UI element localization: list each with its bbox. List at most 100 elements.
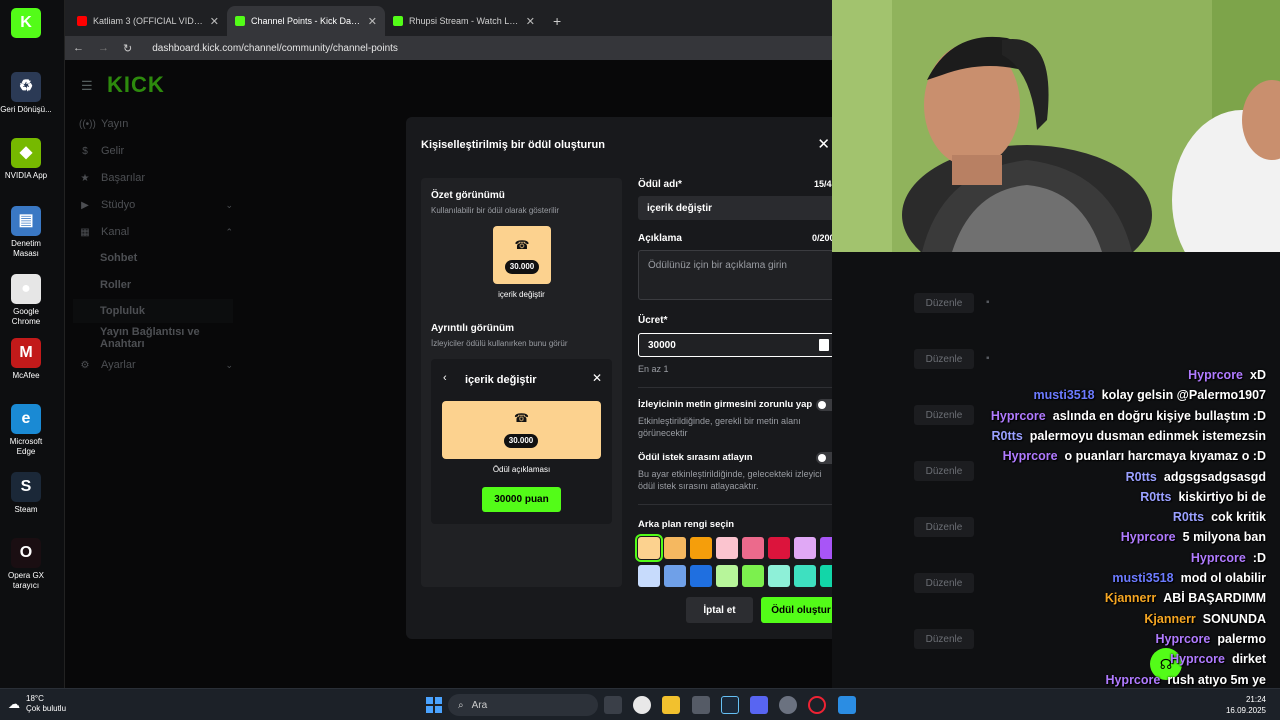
chrome-icon[interactable] bbox=[633, 696, 651, 714]
require-text-label: İzleyicinin metin girmesini zorunlu yap bbox=[638, 399, 813, 410]
chat-username[interactable]: R0tts bbox=[1140, 490, 1171, 504]
chat-username[interactable]: Hyprcore bbox=[1121, 530, 1176, 544]
cancel-button[interactable]: İptal et bbox=[686, 597, 753, 623]
detail-reward-name: içerik değiştir bbox=[465, 374, 537, 386]
edit-button[interactable]: Düzenle bbox=[914, 349, 974, 369]
desktop-shortcut[interactable]: ◆ NVIDIA App bbox=[0, 138, 52, 181]
color-swatch[interactable] bbox=[635, 534, 663, 562]
detail-title: Ayrıntılı görünüm bbox=[431, 323, 514, 334]
app-icon: ◆ bbox=[11, 138, 41, 168]
desktop-shortcut[interactable]: ● Google Chrome bbox=[0, 274, 52, 327]
close-icon[interactable]: ✕ bbox=[592, 371, 602, 385]
color-swatch[interactable] bbox=[768, 565, 790, 587]
tab-rhupsi[interactable]: Rhupsi Stream - Watch Live on Kick ✕ bbox=[385, 6, 543, 36]
description-textarea[interactable]: Ödülünüz için bir açıklama girin bbox=[638, 250, 839, 300]
chevron-left-icon[interactable]: ‹ bbox=[443, 372, 447, 384]
divider bbox=[638, 387, 839, 388]
color-swatch[interactable] bbox=[742, 565, 764, 587]
summary-subtitle: Kullanılabilir bir ödül olarak gösterili… bbox=[431, 206, 560, 215]
shortcut-label: Geri Dönüşü... bbox=[0, 105, 52, 114]
tab-channel-points[interactable]: Channel Points - Kick Dashboard ✕ bbox=[227, 6, 385, 36]
reload-icon[interactable]: ↻ bbox=[123, 42, 132, 55]
close-icon[interactable]: ✕ bbox=[817, 135, 830, 153]
color-swatch[interactable] bbox=[638, 565, 660, 587]
shortcut-label: Opera GX tarayıcı bbox=[7, 571, 44, 590]
trash-icon[interactable]: ▪ bbox=[986, 353, 990, 364]
chat-username[interactable]: Hyprcore bbox=[1155, 632, 1210, 646]
color-swatch[interactable] bbox=[690, 565, 712, 587]
chat-username[interactable]: Hyprcore bbox=[1188, 368, 1243, 382]
chat-username[interactable]: Hyprcore bbox=[991, 409, 1046, 423]
close-icon[interactable]: ✕ bbox=[368, 15, 377, 28]
kick-icon bbox=[393, 16, 403, 26]
chat-username[interactable]: musti3518 bbox=[1033, 388, 1094, 402]
color-swatch[interactable] bbox=[742, 537, 764, 559]
chat-username[interactable]: Hyprcore bbox=[1191, 551, 1246, 565]
desktop-shortcut[interactable]: ♻ Geri Dönüşü... bbox=[0, 72, 52, 115]
app-icon[interactable] bbox=[692, 696, 710, 714]
color-swatch[interactable] bbox=[716, 537, 738, 559]
trash-icon[interactable]: ▪ bbox=[986, 297, 990, 308]
chat-text: dirket bbox=[1231, 652, 1266, 667]
create-reward-button[interactable]: Ödül oluştur bbox=[761, 597, 841, 623]
windows-start-icon[interactable] bbox=[426, 697, 442, 713]
cost-input[interactable]: 30000 bbox=[638, 333, 839, 357]
shortcut-label: Microsoft Edge bbox=[9, 437, 43, 456]
webcam-overlay bbox=[832, 0, 1280, 252]
description-label: Açıklama bbox=[638, 233, 682, 244]
stepper-icon[interactable] bbox=[819, 339, 829, 351]
chat-username[interactable]: Kjannerr bbox=[1105, 591, 1156, 605]
url-field[interactable]: dashboard.kick.com/channel/community/cha… bbox=[152, 43, 398, 54]
chat-username[interactable]: R0tts bbox=[1126, 470, 1157, 484]
phone-icon: ☎ bbox=[514, 238, 530, 252]
preview-panel: Özet görünümü Kullanılabilir bir ödül ol… bbox=[421, 178, 622, 587]
color-swatch[interactable] bbox=[768, 537, 790, 559]
desktop-shortcut[interactable]: M McAfee bbox=[0, 338, 52, 381]
cost-value: 30000 bbox=[648, 339, 676, 351]
chat-username[interactable]: Hyprcore bbox=[1170, 652, 1225, 666]
settings-icon[interactable] bbox=[779, 696, 797, 714]
chat-username[interactable]: Hyprcore bbox=[1003, 449, 1058, 463]
back-icon[interactable]: ← bbox=[73, 42, 84, 54]
app-icon[interactable] bbox=[838, 696, 856, 714]
color-swatch[interactable] bbox=[716, 565, 738, 587]
color-swatch[interactable] bbox=[664, 537, 686, 559]
new-tab-button[interactable]: + bbox=[543, 6, 571, 36]
bg-color-label: Arka plan rengi seçin bbox=[638, 519, 735, 530]
reward-name-input[interactable]: içerik değiştir bbox=[638, 196, 839, 220]
steam-icon[interactable] bbox=[721, 696, 739, 714]
forward-icon[interactable]: → bbox=[98, 42, 109, 54]
chat-text: o puanları harcmaya kıyamaz o :D bbox=[1064, 449, 1266, 464]
close-icon[interactable]: ✕ bbox=[526, 15, 535, 28]
weather-widget[interactable]: ☁ 18°C Çok bulutlu bbox=[8, 694, 66, 714]
desktop-shortcut[interactable]: S Steam bbox=[0, 472, 52, 515]
task-view-icon[interactable] bbox=[604, 696, 622, 714]
chat-username[interactable]: R0tts bbox=[992, 429, 1023, 443]
chat-text: xD bbox=[1250, 368, 1266, 382]
chat-username[interactable]: musti3518 bbox=[1112, 571, 1173, 585]
redeem-points-button[interactable]: 30000 puan bbox=[482, 487, 561, 512]
app-icon: ● bbox=[11, 274, 41, 304]
desktop-shortcut[interactable]: e Microsoft Edge bbox=[0, 404, 52, 457]
clock[interactable]: 21:24 16.09.2025 bbox=[1226, 694, 1266, 716]
tab-youtube[interactable]: Katliam 3 (OFFICIAL VIDEO) ✕ bbox=[69, 6, 227, 36]
color-swatch[interactable] bbox=[794, 537, 816, 559]
color-swatch[interactable] bbox=[794, 565, 816, 587]
opera-icon[interactable] bbox=[808, 696, 826, 714]
taskbar-search[interactable]: ⌕ Ara bbox=[448, 694, 598, 716]
discord-icon[interactable] bbox=[750, 696, 768, 714]
file-explorer-icon[interactable] bbox=[662, 696, 680, 714]
chat-message: Kjannerr ABİ BAŞARDIMM bbox=[1105, 591, 1266, 611]
chat-text: palermoyu dusman edinmek istemezsin bbox=[1029, 428, 1266, 443]
desktop-shortcut[interactable]: ▤ Denetim Masası bbox=[0, 206, 52, 259]
edit-button[interactable]: Düzenle bbox=[914, 293, 974, 313]
chat-username[interactable]: Hyprcore bbox=[1105, 673, 1160, 687]
color-swatch[interactable] bbox=[664, 565, 686, 587]
color-swatch[interactable] bbox=[690, 537, 712, 559]
desktop-shortcut[interactable]: K bbox=[0, 8, 52, 41]
chat-message: musti3518 mod ol olabilir bbox=[1112, 571, 1266, 591]
chat-username[interactable]: Kjannerr bbox=[1144, 612, 1195, 626]
desktop-shortcut[interactable]: O Opera GX tarayıcı bbox=[0, 538, 52, 591]
close-icon[interactable]: ✕ bbox=[210, 15, 219, 28]
chat-username[interactable]: R0tts bbox=[1173, 510, 1204, 524]
